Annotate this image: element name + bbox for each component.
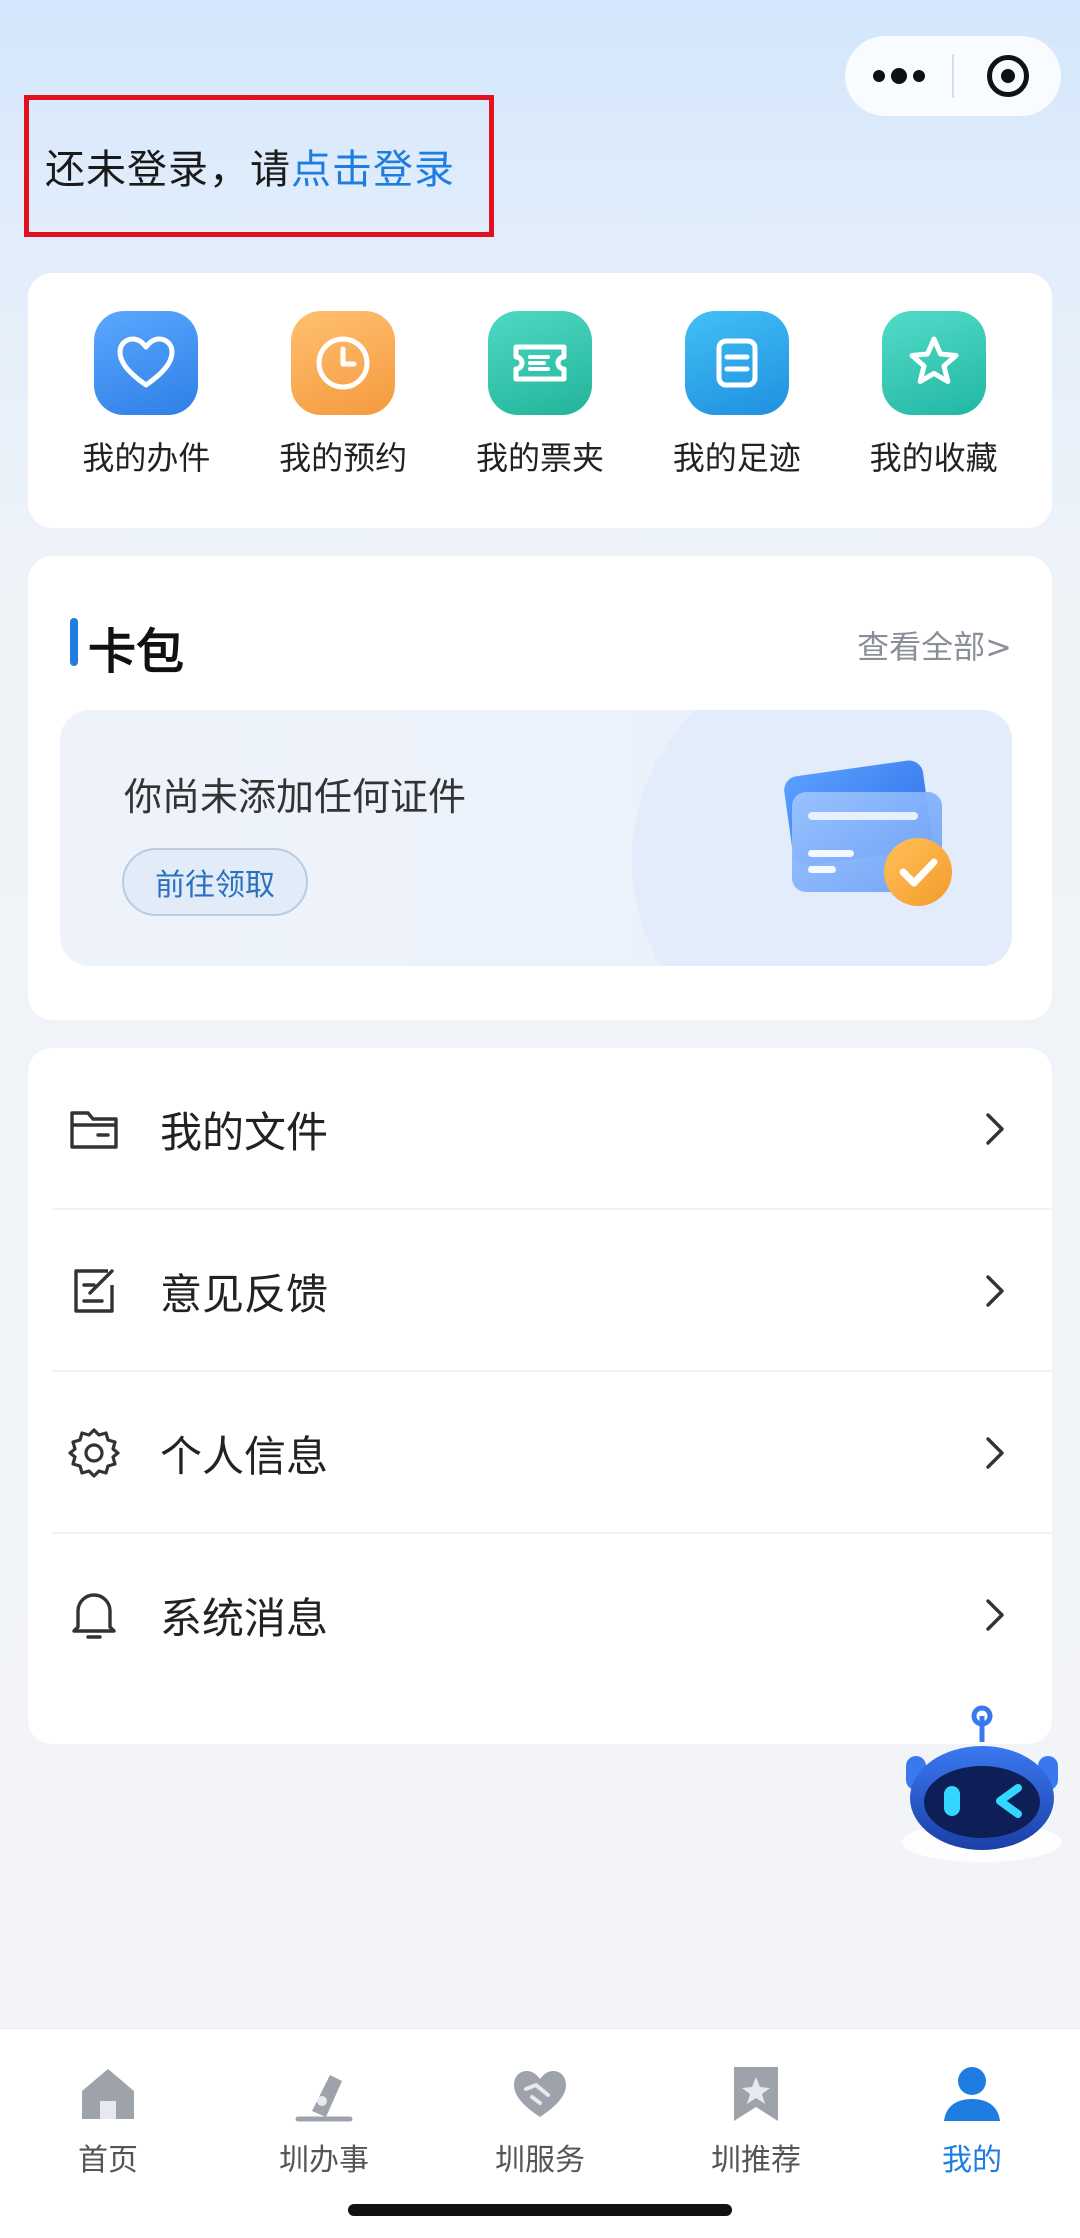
menu-item-label: 意见反馈 (160, 1269, 329, 1319)
heart-icon (94, 311, 199, 415)
menu-item-my-files[interactable]: 我的文件 (28, 1048, 1052, 1210)
login-link[interactable]: 点击登录 (291, 137, 455, 195)
empty-wallet-text: 你尚未添加任何证件 (124, 775, 467, 819)
bell-icon (66, 1587, 122, 1643)
user-icon (940, 2061, 1004, 2125)
star-icon (881, 311, 986, 415)
quick-item-label: 我的收藏 (869, 439, 998, 477)
quick-item-my-appointments[interactable]: 我的预约 (253, 273, 433, 528)
chevron-right-icon (978, 1595, 1012, 1635)
chevron-right-icon (978, 1109, 1012, 1149)
quick-item-my-favorites[interactable]: 我的收藏 (844, 273, 1024, 528)
quick-item-my-footprints[interactable]: 我的足迹 (647, 273, 827, 528)
tab-label: 我的 (942, 2143, 1002, 2178)
target-close-icon (986, 55, 1029, 97)
quick-item-label: 我的预约 (279, 439, 408, 477)
settings-menu-card: 我的文件 意见反馈 个人信息 系统消息 (28, 1048, 1052, 1744)
gear-icon (66, 1425, 122, 1481)
quick-item-label: 我的票夹 (475, 439, 604, 477)
feedback-edit-icon (66, 1263, 122, 1319)
home-indicator (348, 2204, 732, 2216)
menu-item-label: 个人信息 (160, 1431, 329, 1481)
ai-assistant-button[interactable] (890, 1702, 1070, 1872)
tab-home[interactable]: 首页 (0, 2029, 216, 2238)
section-accent-bar (70, 618, 78, 666)
quick-item-my-cases[interactable]: 我的办件 (56, 273, 236, 528)
menu-item-label: 我的文件 (160, 1107, 329, 1157)
tab-label: 圳推荐 (711, 2143, 801, 2178)
login-prompt-text: 还未登录，请 (45, 147, 291, 193)
chevron-right-icon (978, 1433, 1012, 1473)
menu-item-label: 系统消息 (160, 1593, 329, 1643)
clock-icon (291, 311, 396, 415)
menu-item-personal-info[interactable]: 个人信息 (28, 1372, 1052, 1534)
ticket-icon (487, 311, 592, 415)
quick-item-my-tickets[interactable]: 我的票夹 (450, 273, 630, 528)
menu-item-system-messages[interactable]: 系统消息 (28, 1534, 1052, 1696)
more-dot-icon (872, 70, 885, 82)
quick-item-label: 我的足迹 (672, 439, 801, 477)
quick-actions-card: 我的办件 我的预约 我的票夹 我的足迹 我的收藏 (28, 273, 1052, 528)
more-dot-icon (912, 70, 925, 82)
section-title: 卡包 (88, 624, 185, 680)
pen-icon (292, 2061, 356, 2125)
tab-label: 首页 (78, 2143, 138, 2178)
tab-mine[interactable]: 我的 (864, 2029, 1080, 2238)
handshake-icon (508, 2061, 572, 2125)
card-wallet-section: 卡包 查看全部> 你尚未添加任何证件 前往领取 (28, 556, 1052, 1020)
footprint-doc-icon (684, 311, 789, 415)
miniprogram-capsule (845, 36, 1061, 116)
tab-label: 圳服务 (495, 2143, 585, 2178)
more-dot-icon (890, 68, 907, 84)
more-options-button[interactable] (845, 36, 952, 116)
chevron-right-icon (978, 1271, 1012, 1311)
tab-label: 圳办事 (279, 2143, 369, 2178)
robot-icon (902, 1705, 1062, 1862)
close-miniprogram-button[interactable] (954, 55, 1061, 97)
claim-certificate-button[interactable]: 前往领取 (122, 848, 308, 916)
quick-item-label: 我的办件 (82, 439, 211, 477)
login-prompt: 还未登录，请 点击登录 (24, 95, 494, 237)
empty-wallet-banner: 你尚未添加任何证件 前往领取 (60, 710, 1012, 966)
folder-icon (66, 1101, 122, 1157)
menu-item-feedback[interactable]: 意见反馈 (28, 1210, 1052, 1372)
bookmark-star-icon (724, 2061, 788, 2125)
view-all-link[interactable]: 查看全部> (857, 622, 1012, 668)
id-cards-illustration-icon (784, 760, 952, 906)
home-icon (76, 2061, 140, 2125)
